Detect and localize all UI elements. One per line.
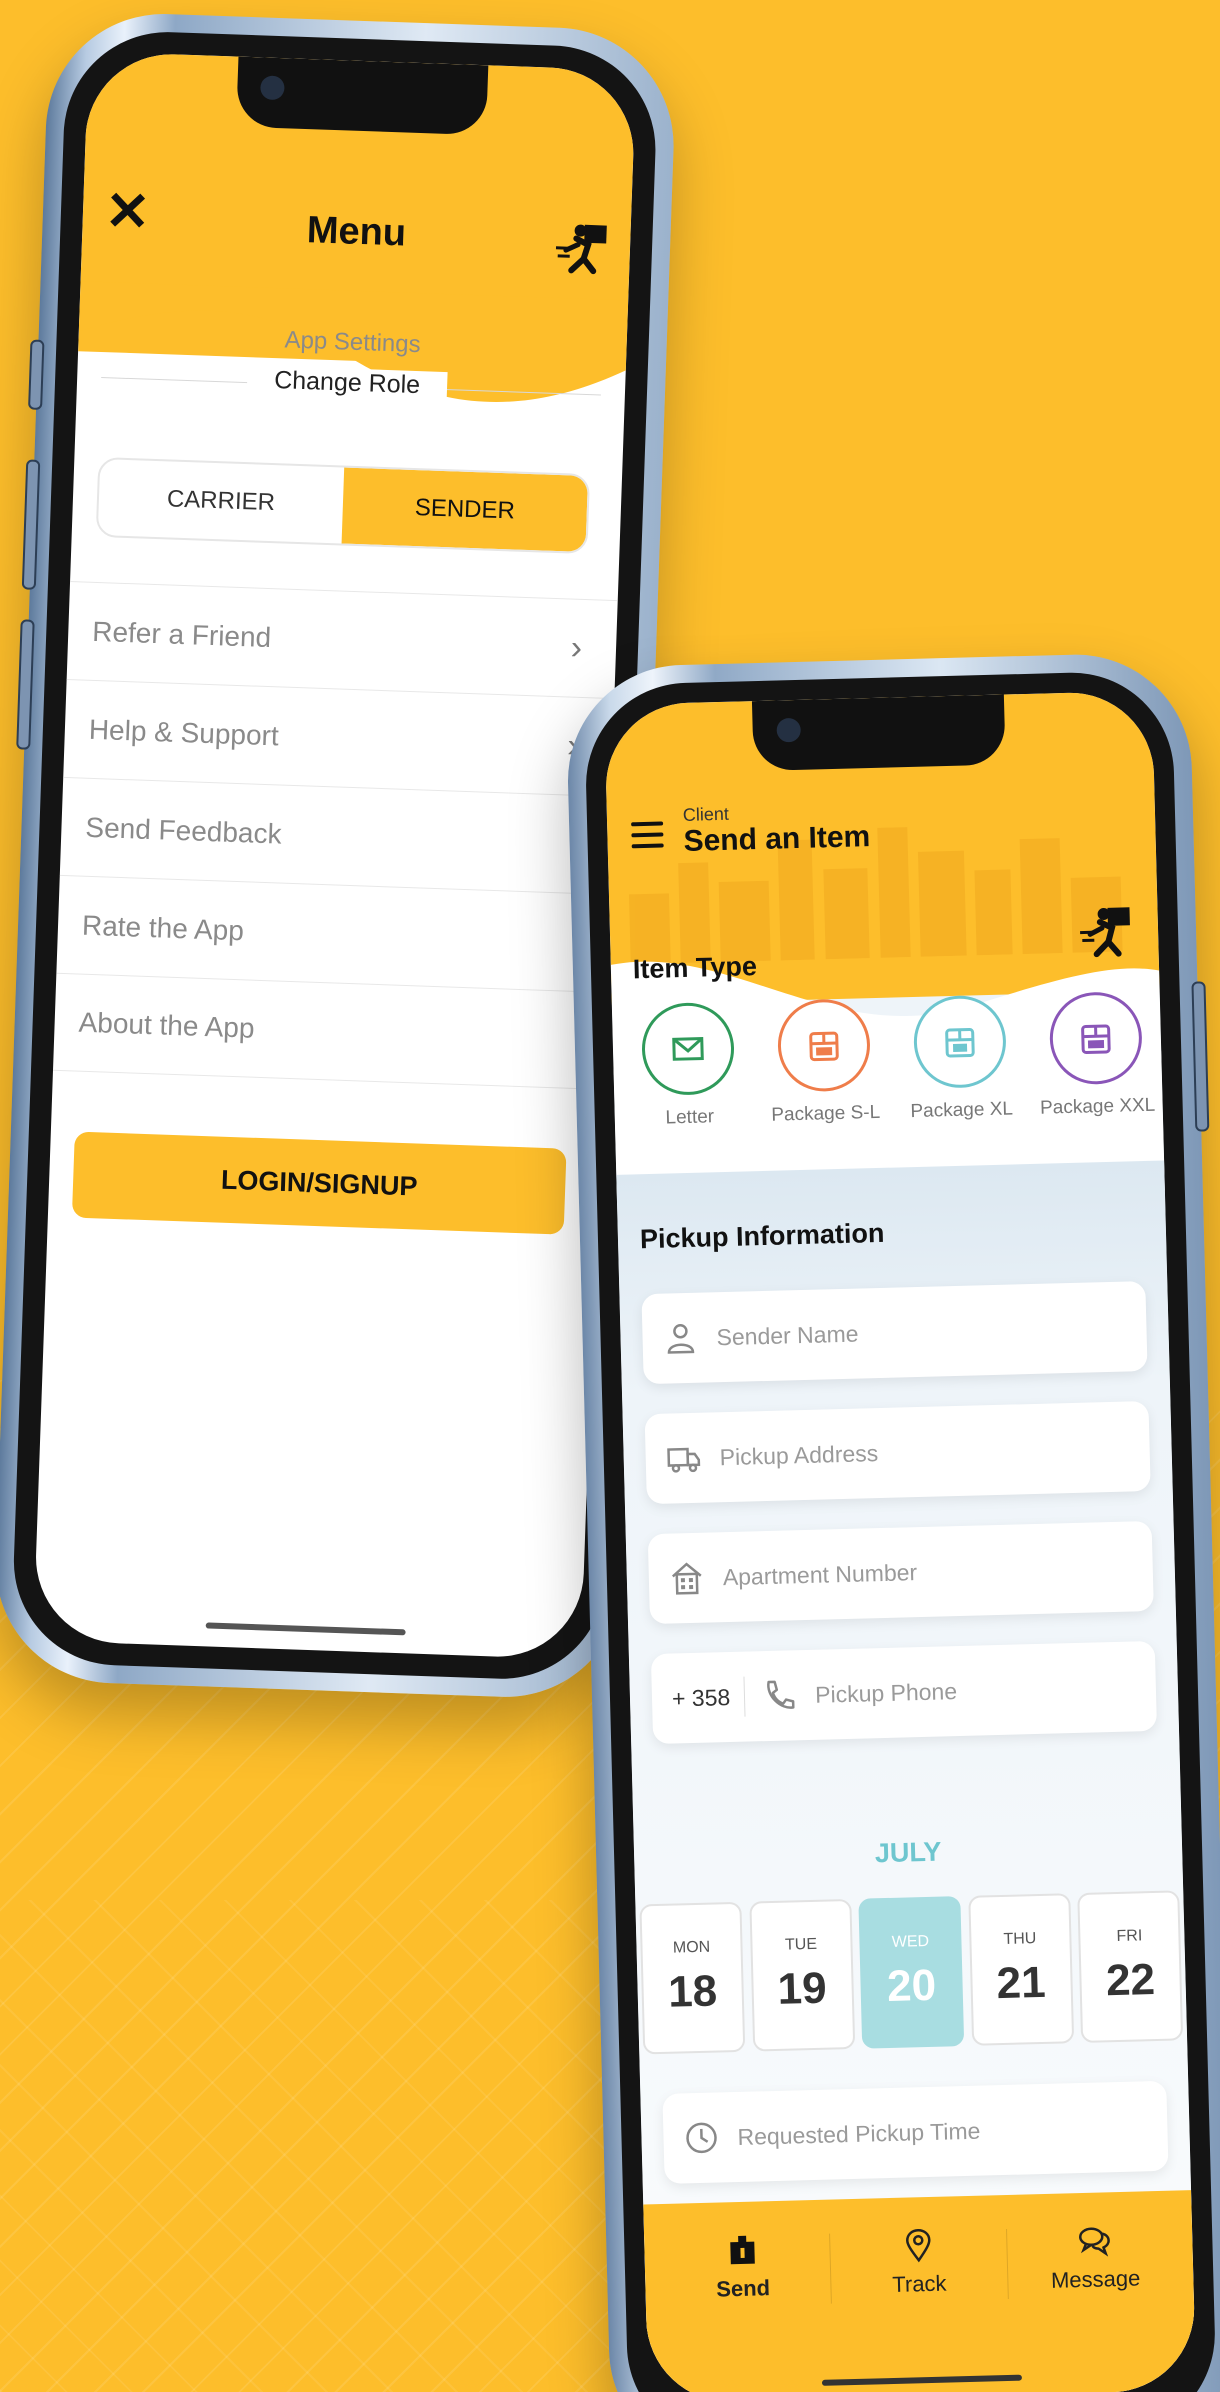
apartment-number-placeholder: Apartment Number xyxy=(722,1558,918,1590)
item-type-label: Package S-L xyxy=(771,1101,881,1126)
tab-label: Send xyxy=(715,2275,771,2302)
login-signup-button[interactable]: LOGIN/SIGNUP xyxy=(71,1131,567,1235)
apartment-number-field[interactable]: Apartment Number xyxy=(647,1520,1154,1625)
sender-role-button[interactable]: SENDER xyxy=(341,467,589,553)
pickup-time-field[interactable]: Requested Pickup Time xyxy=(662,2080,1169,2184)
date-option[interactable]: MON 18 xyxy=(639,1901,746,2055)
item-type-label: Letter xyxy=(665,1106,715,1129)
hamburger-menu-icon[interactable] xyxy=(631,821,664,849)
menu-item-label: About the App xyxy=(78,1006,256,1044)
pickup-time-placeholder: Requested Pickup Time xyxy=(737,2117,981,2150)
date-option[interactable]: THU 21 xyxy=(967,1893,1074,2046)
pickup-phone-field[interactable]: + 358 Pickup Phone xyxy=(650,1640,1158,1745)
carrier-role-button[interactable]: CARRIER xyxy=(98,459,345,543)
silent-switch xyxy=(28,339,45,410)
phone-send-item: Client Send an Item Item Type Letter Pac… xyxy=(565,651,1220,2392)
item-type-title: Item Type xyxy=(632,951,758,985)
menu-item-about-app[interactable]: About the App xyxy=(52,972,605,1090)
pickup-info-title: Pickup Information xyxy=(639,1217,885,1255)
tab-track[interactable]: Track xyxy=(830,2225,1010,2392)
building-icon xyxy=(671,1562,702,1595)
item-type-label: Package XL xyxy=(910,1098,1014,1123)
tab-label: Message xyxy=(1050,2265,1141,2293)
menu-list: Refer a Friend › Help & Support › Send F… xyxy=(52,581,618,1090)
item-type-package-xxl[interactable]: Package XXL xyxy=(1030,991,1163,1120)
chevron-right-icon: › xyxy=(570,628,583,667)
menu-item-label: Help & Support xyxy=(88,713,280,751)
envelope-icon xyxy=(672,1037,704,1061)
role-subtitle: Client xyxy=(682,803,730,825)
item-type-label: Package XXL xyxy=(1039,1094,1156,1119)
day-number: 20 xyxy=(886,1960,937,2012)
tab-send[interactable]: Send xyxy=(654,2230,834,2392)
menu-item-refer-friend[interactable]: Refer a Friend › xyxy=(66,581,618,699)
phone-icon xyxy=(767,1680,795,1709)
courier-logo-icon xyxy=(1080,907,1130,958)
package-icon xyxy=(729,2235,755,2265)
tab-label: Track xyxy=(891,2270,947,2297)
chat-icon xyxy=(1079,2227,1111,2257)
menu-item-help-support[interactable]: Help & Support › xyxy=(63,678,615,797)
date-picker: MON 18 TUE 19 WED 20 THU 21 FRI 22 xyxy=(635,1890,1187,2055)
weekday-label: TUE xyxy=(784,1935,818,1954)
power-button xyxy=(1191,981,1210,1132)
day-number: 18 xyxy=(667,1966,718,2017)
menu-item-label: Refer a Friend xyxy=(91,615,272,653)
clock-icon xyxy=(686,2122,717,2154)
item-type-package-sl[interactable]: Package S-L xyxy=(758,998,891,1127)
pickup-phone-placeholder: Pickup Phone xyxy=(814,1677,958,1708)
location-pin-icon xyxy=(906,2229,931,2263)
divider xyxy=(743,1676,746,1717)
menu-item-label: Rate the App xyxy=(81,909,245,946)
day-number: 22 xyxy=(1105,1955,1156,2006)
menu-item-send-feedback[interactable]: Send Feedback xyxy=(59,776,611,894)
home-indicator xyxy=(205,1622,406,1636)
weekday-label: FRI xyxy=(1116,1927,1143,1945)
country-code[interactable]: + 358 xyxy=(672,1684,731,1713)
page-title: Send an Item xyxy=(683,820,871,858)
package-sl-icon xyxy=(809,1031,839,1062)
day-number: 21 xyxy=(995,1957,1047,2009)
date-option-selected[interactable]: WED 20 xyxy=(858,1896,965,2049)
truck-icon xyxy=(667,1447,701,1473)
menu-item-label: Send Feedback xyxy=(84,811,283,850)
send-item-screen: Client Send an Item Item Type Letter Pac… xyxy=(603,690,1197,2392)
menu-screen: ✕ Menu App Settings Change Role CARRIER … xyxy=(33,51,637,1660)
menu-item-rate-app[interactable]: Rate the App xyxy=(56,874,608,992)
day-number: 19 xyxy=(777,1963,828,2014)
weekday-label: MON xyxy=(672,1938,711,1957)
tab-message[interactable]: Message xyxy=(1007,2220,1187,2392)
pickup-address-placeholder: Pickup Address xyxy=(719,1439,879,1470)
sender-name-field[interactable]: Sender Name xyxy=(641,1281,1148,1385)
role-toggle: CARRIER SENDER xyxy=(95,456,591,555)
item-type-list: Letter Package S-L Package XL Package XX… xyxy=(622,991,1163,1131)
weekday-label: THU xyxy=(1003,1930,1037,1948)
courier-logo-icon xyxy=(555,224,607,275)
package-xxl-icon xyxy=(1081,1024,1111,1054)
item-type-package-xl[interactable]: Package XL xyxy=(894,994,1027,1123)
date-option[interactable]: TUE 19 xyxy=(748,1898,855,2052)
user-icon xyxy=(667,1323,695,1354)
bottom-tab-bar: Send Track Message xyxy=(643,2190,1197,2392)
item-type-letter[interactable]: Letter xyxy=(622,1001,755,1130)
pickup-address-field[interactable]: Pickup Address xyxy=(644,1400,1151,1505)
sender-name-placeholder: Sender Name xyxy=(716,1320,859,1350)
date-option[interactable]: FRI 22 xyxy=(1077,1890,1184,2043)
weekday-label: WED xyxy=(891,1932,930,1951)
package-xl-icon xyxy=(945,1028,975,1058)
